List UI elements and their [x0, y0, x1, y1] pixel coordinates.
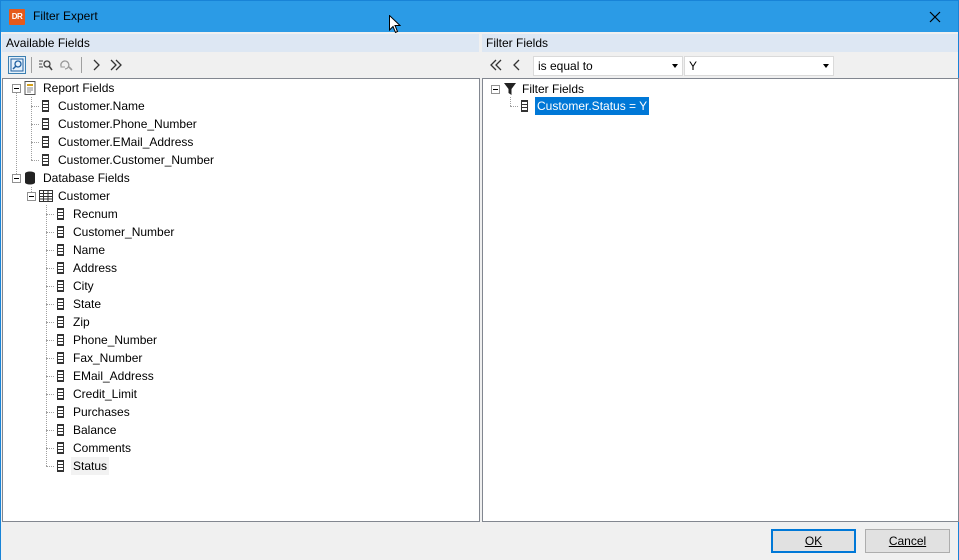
tree-node-db-field[interactable]: Name — [71, 241, 107, 259]
mouse-cursor-icon — [389, 15, 401, 34]
search-previous-icon — [60, 60, 73, 71]
tree-node-db-field[interactable]: City — [71, 277, 96, 295]
available-fields-toolbar — [2, 54, 479, 77]
field-icon — [521, 100, 528, 112]
tree-node-db-field[interactable]: Address — [71, 259, 119, 277]
add-field-button[interactable] — [87, 56, 105, 74]
operator-select-value: is equal to — [538, 59, 593, 73]
field-icon — [57, 388, 64, 400]
filter-expert-window: DR Filter Expert Available Fields Filter… — [0, 0, 959, 560]
tree-node-report-field[interactable]: Customer.Name — [56, 97, 147, 115]
tree-node-db-field[interactable]: Comments — [71, 439, 133, 457]
filter-fields-toolbar: is equal to Y — [482, 54, 958, 77]
tree-node-filter-root[interactable]: Filter Fields — [520, 80, 586, 98]
tree-node-db-field[interactable]: Credit_Limit — [71, 385, 139, 403]
tree-node-db-field[interactable]: EMail_Address — [71, 367, 156, 385]
field-icon — [42, 118, 49, 130]
close-button[interactable] — [912, 1, 958, 32]
operand-combo-value: Y — [689, 59, 698, 73]
field-icon — [57, 280, 64, 292]
cancel-button[interactable]: Cancel — [865, 529, 950, 553]
tree-node-db-field[interactable]: Status — [71, 457, 110, 475]
tree-node-report-fields[interactable]: Report Fields — [41, 79, 116, 97]
filter-icon — [504, 83, 516, 95]
operator-select[interactable]: is equal to — [533, 56, 683, 76]
field-icon — [57, 406, 64, 418]
tree-node-report-field[interactable]: Customer.Phone_Number — [56, 115, 199, 133]
field-icon — [42, 136, 49, 148]
tree-node-report-field[interactable]: Customer.EMail_Address — [56, 133, 195, 151]
app-icon: DR — [9, 9, 25, 25]
remove-all-filters-button[interactable] — [487, 56, 505, 74]
tree-node-customer-table[interactable]: Customer — [56, 187, 112, 205]
tree-node-db-field[interactable]: Purchases — [71, 403, 132, 421]
database-fields-expander[interactable] — [12, 174, 21, 183]
filter-fields-expander[interactable] — [491, 85, 500, 94]
cancel-button-label: Cancel — [888, 534, 927, 548]
field-icon — [57, 208, 64, 220]
tree-node-db-field[interactable]: Recnum — [71, 205, 120, 223]
customer-table-expander[interactable] — [27, 192, 36, 201]
remove-filter-button[interactable] — [508, 56, 526, 74]
dialog-footer: OK Cancel — [1, 522, 958, 560]
report-fields-expander[interactable] — [12, 84, 21, 93]
chevron-right-icon — [93, 59, 100, 71]
find-previous-button[interactable] — [58, 56, 76, 74]
field-icon — [57, 370, 64, 382]
tree-node-db-field[interactable]: Fax_Number — [71, 349, 144, 367]
field-icon — [57, 460, 64, 472]
ok-button-label: OK — [804, 534, 823, 548]
title-bar[interactable]: DR Filter Expert — [1, 1, 958, 32]
search-next-icon — [39, 60, 53, 71]
field-icon — [57, 352, 64, 364]
double-chevron-right-icon — [110, 59, 122, 71]
field-icon — [57, 424, 64, 436]
dropdown-arrow-icon — [823, 64, 829, 68]
field-icon — [57, 262, 64, 274]
tree-node-db-field[interactable]: Customer_Number — [71, 223, 176, 241]
filter-fields-header: Filter Fields — [482, 34, 958, 52]
tree-node-db-field[interactable]: Zip — [71, 313, 92, 331]
field-icon — [57, 316, 64, 328]
tree-node-db-field[interactable]: State — [71, 295, 103, 313]
field-icon — [57, 226, 64, 238]
field-icon — [57, 442, 64, 454]
search-icon — [10, 58, 24, 72]
database-icon — [25, 171, 35, 185]
field-icon — [57, 298, 64, 310]
tree-node-filter-condition[interactable]: Customer.Status = Y — [535, 97, 650, 115]
add-all-fields-button[interactable] — [107, 56, 125, 74]
ok-button[interactable]: OK — [771, 529, 856, 553]
window-title: Filter Expert — [33, 9, 98, 23]
dropdown-arrow-icon — [672, 64, 678, 68]
field-icon — [57, 334, 64, 346]
tree-node-db-field[interactable]: Phone_Number — [71, 331, 159, 349]
filter-fields-tree[interactable]: Filter Fields Customer.Status = Y — [482, 78, 959, 522]
field-icon — [42, 154, 49, 166]
find-field-button[interactable] — [8, 56, 26, 74]
tree-node-db-field[interactable]: Balance — [71, 421, 118, 439]
close-icon — [929, 11, 941, 22]
find-next-button[interactable] — [37, 56, 55, 74]
table-icon — [39, 190, 53, 202]
tree-node-report-field[interactable]: Customer.Customer_Number — [56, 151, 216, 169]
field-icon — [42, 100, 49, 112]
field-icon — [57, 244, 64, 256]
double-chevron-left-icon — [490, 59, 502, 71]
report-icon — [24, 81, 36, 95]
available-fields-tree[interactable]: Report Fields Customer.Name Customer.Pho… — [2, 78, 480, 522]
available-fields-header: Available Fields — [2, 34, 479, 52]
tree-node-database-fields[interactable]: Database Fields — [41, 169, 132, 187]
chevron-left-icon — [513, 59, 520, 71]
operand-combo[interactable]: Y — [684, 56, 834, 76]
